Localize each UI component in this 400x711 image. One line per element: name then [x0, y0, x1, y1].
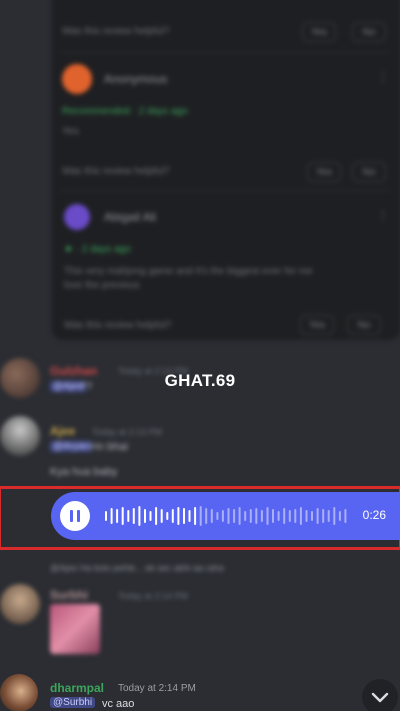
review-text: This very mahjong game and it's the bigg…: [64, 266, 313, 277]
waveform-bar: [110, 508, 113, 524]
waveform-bar: [149, 511, 152, 521]
message-timestamp: Today at 2:14 PM: [118, 683, 196, 694]
watermark-text: GHAT.69: [164, 371, 236, 390]
waveform-bar: [210, 509, 213, 523]
waveform-bar: [160, 509, 163, 523]
review-helpful-prompt: Was this review helpful?: [62, 166, 170, 177]
waveform-bar: [221, 510, 224, 522]
waveform-bar: [177, 507, 180, 525]
review-no-button[interactable]: No: [352, 22, 386, 42]
waveform-bar: [305, 510, 308, 522]
waveform-bar: [144, 509, 146, 523]
message-text: Kya hua baby: [50, 466, 118, 478]
review-text: love the previous: [64, 280, 140, 291]
waveform-bar: [205, 508, 208, 524]
waveform-bar: [249, 509, 252, 523]
review-embed-card: Was this review helpful? Yes No Anonymou…: [52, 0, 400, 340]
waveform-bar: [132, 508, 135, 524]
waveform-bar: [294, 509, 297, 523]
mention[interactable]: @Aryan: [50, 441, 93, 452]
reply-preview[interactable]: @Ajee Ha bolo pehle... ek sec abhi aa ra…: [50, 563, 224, 573]
review-yes-button[interactable]: Yes: [302, 22, 336, 42]
waveform-bar: [338, 511, 341, 521]
mention[interactable]: @Surbhi: [50, 697, 96, 708]
waveform-bar: [171, 509, 174, 523]
waveform-bar: [166, 512, 169, 520]
waveform-bar: [127, 510, 130, 522]
waveform-bar: [311, 511, 313, 521]
review-text: Yes.: [62, 126, 82, 137]
pause-icon: [77, 510, 80, 522]
waveform-bar: [327, 510, 330, 522]
message-author[interactable]: Surbhi: [50, 588, 88, 602]
jump-to-present-button[interactable]: [362, 679, 398, 711]
image-attachment[interactable]: [50, 604, 100, 654]
voice-duration: 0:26: [362, 508, 386, 522]
reviewer-avatar: [64, 204, 90, 230]
waveform-bar: [322, 509, 325, 523]
review-yes-button[interactable]: Yes: [300, 315, 334, 335]
waveform-bar: [105, 511, 107, 521]
reviewer-name: Anonymous: [104, 72, 168, 86]
waveform-bar: [116, 509, 119, 523]
review-yes-button[interactable]: Yes: [307, 162, 341, 182]
waveform-bar: [238, 507, 241, 525]
waveform-bar: [272, 509, 274, 523]
waveform-bar: [299, 507, 302, 525]
waveform-bar: [266, 507, 269, 525]
waveform-bar: [283, 508, 286, 524]
waveform-bar: [260, 510, 263, 522]
reviewer-date: Recommended · 2 days ago: [62, 106, 188, 117]
waveform-bar: [183, 508, 185, 524]
pause-icon: [70, 510, 73, 522]
avatar[interactable]: [0, 674, 38, 711]
message-timestamp: Today at 2:13 PM: [92, 427, 163, 437]
waveform-bar: [333, 507, 336, 525]
waveform-bar: [344, 509, 347, 523]
message-timestamp: Today at 2:14 PM: [118, 591, 189, 601]
waveform-bar: [233, 509, 236, 523]
avatar[interactable]: [0, 416, 40, 456]
message-author[interactable]: Ajee: [50, 424, 75, 438]
waveform-bar: [277, 511, 280, 521]
waveform-bar: [288, 510, 291, 522]
reviewer-date: ★ · 2 days ago: [64, 244, 131, 255]
chevron-down-icon: [371, 692, 389, 703]
review-helpful-prompt: Was this review helpful?: [64, 320, 172, 331]
review-no-button[interactable]: No: [352, 162, 386, 182]
message-text: vc aao: [102, 698, 135, 710]
message-text: Hn bhai: [90, 441, 128, 453]
pause-button[interactable]: [60, 501, 90, 531]
divider: [60, 52, 390, 53]
waveform-bar: [199, 506, 202, 526]
avatar[interactable]: [0, 584, 40, 624]
message-author[interactable]: dharmpal: [50, 681, 104, 695]
review-no-button[interactable]: No: [347, 315, 381, 335]
divider: [60, 190, 390, 191]
more-options-icon[interactable]: ⋮: [377, 70, 389, 84]
waveform-bar: [155, 507, 158, 525]
waveform-bar: [227, 508, 230, 524]
reviewer-name: Abigail Ali: [104, 210, 157, 224]
waveform-bar: [188, 510, 191, 522]
waveform-bar: [121, 507, 124, 525]
waveform-bar: [216, 512, 219, 520]
waveform-bar: [138, 506, 141, 526]
waveform-bar: [316, 508, 319, 524]
waveform[interactable]: [104, 502, 349, 530]
reviewer-avatar: [62, 64, 92, 94]
review-helpful-prompt: Was this review helpful?: [62, 26, 170, 37]
waveform-bar: [194, 507, 197, 525]
blurred-chat-background: Was this review helpful? Yes No Anonymou…: [0, 0, 400, 711]
more-options-icon[interactable]: ⋮: [377, 208, 389, 222]
waveform-bar: [244, 511, 247, 521]
voice-message-player: 0:26: [51, 492, 400, 540]
waveform-bar: [255, 508, 258, 524]
